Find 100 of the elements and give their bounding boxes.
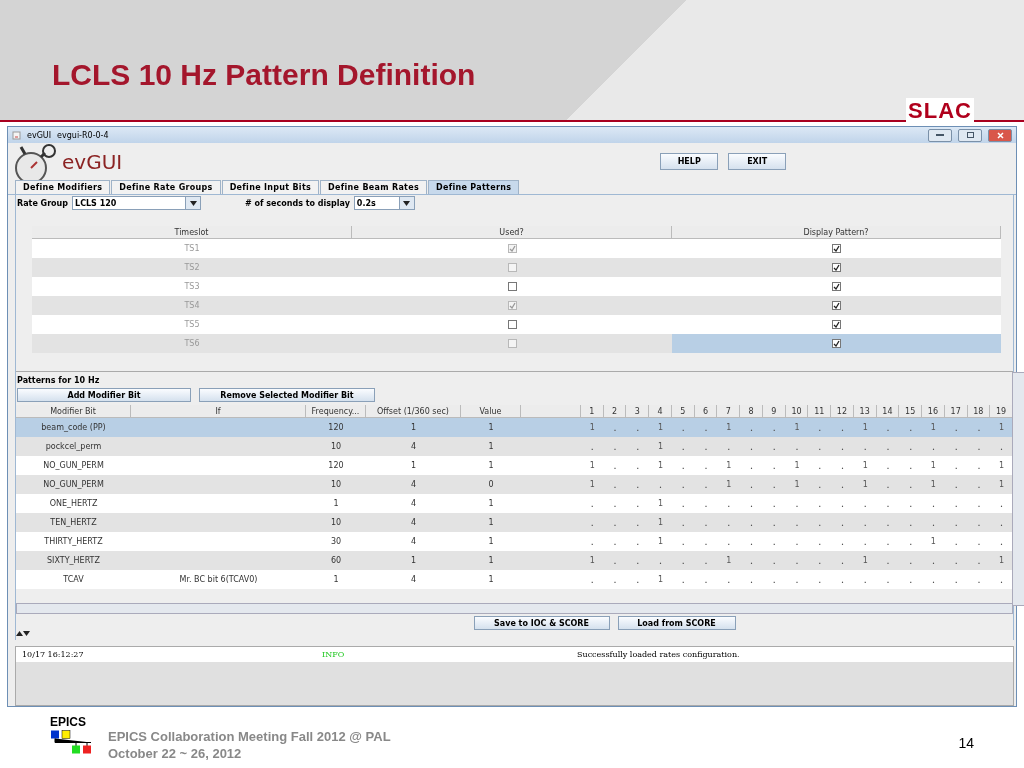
log-message: Successfully loaded rates configuration. bbox=[577, 650, 741, 659]
table-cell: . bbox=[649, 475, 672, 494]
table-cell: NO_GUN_PERM bbox=[16, 456, 131, 475]
tab[interactable]: Define Patterns bbox=[428, 180, 520, 194]
table-cell: . bbox=[944, 513, 968, 532]
table-cell: 1 bbox=[785, 456, 809, 475]
vertical-scrollbar[interactable] bbox=[1012, 372, 1024, 606]
table-cell: . bbox=[694, 475, 718, 494]
table-cell: 1 bbox=[649, 513, 672, 532]
checkbox[interactable] bbox=[832, 320, 841, 329]
column-header: 6 bbox=[694, 405, 718, 418]
tab[interactable]: Define Rate Groups bbox=[111, 180, 221, 194]
checkbox[interactable] bbox=[832, 339, 841, 348]
table-cell: TS5 bbox=[32, 315, 352, 334]
action-button[interactable]: Save to IOC & SCORE bbox=[473, 616, 610, 630]
checkbox[interactable] bbox=[832, 282, 841, 291]
table-cell: . bbox=[831, 494, 854, 513]
checkbox[interactable] bbox=[832, 244, 841, 253]
tab[interactable]: Define Modifiers bbox=[15, 180, 111, 194]
table-cell: . bbox=[922, 551, 945, 570]
log-time: 10/17 16:12:27 bbox=[22, 650, 85, 659]
table-cell: . bbox=[990, 570, 1013, 589]
table-cell: 1 bbox=[461, 551, 521, 570]
column-header: 15 bbox=[899, 405, 923, 418]
column-header: 11 bbox=[808, 405, 832, 418]
table-cell: . bbox=[740, 475, 763, 494]
tab[interactable]: Define Input Bits bbox=[221, 180, 320, 194]
table-cell: 1 bbox=[649, 570, 672, 589]
table-cell: . bbox=[626, 418, 650, 437]
table-cell: . bbox=[967, 437, 991, 456]
table-cell: . bbox=[603, 437, 627, 456]
checkbox[interactable] bbox=[832, 263, 841, 272]
add-button[interactable]: Add Modifier Bit bbox=[17, 388, 191, 402]
table-cell: . bbox=[717, 532, 741, 551]
seconds-dropdown[interactable]: 0.2s bbox=[353, 196, 415, 210]
table-cell: Mr. BC bit 6(TCAV0) bbox=[131, 570, 306, 589]
table-cell: 4 bbox=[366, 570, 461, 589]
table-cell: . bbox=[694, 532, 718, 551]
close-button[interactable] bbox=[988, 128, 1012, 142]
table-cell: 1 bbox=[717, 475, 741, 494]
table-cell: 4 bbox=[366, 494, 461, 513]
table-cell: 1 bbox=[853, 551, 877, 570]
table-cell: 1 bbox=[581, 475, 604, 494]
table-cell: . bbox=[831, 475, 854, 494]
table-cell: TS4 bbox=[32, 296, 352, 315]
action-button[interactable]: Load from SCORE bbox=[617, 616, 736, 630]
header-button[interactable]: HELP bbox=[660, 153, 719, 170]
table-cell: . bbox=[671, 437, 695, 456]
checkbox[interactable] bbox=[507, 282, 517, 291]
rate-group-dropdown[interactable]: LCLS 120 bbox=[72, 196, 202, 210]
table-cell: . bbox=[671, 513, 695, 532]
checkbox[interactable] bbox=[832, 301, 841, 310]
table-cell: . bbox=[876, 475, 900, 494]
window-title: evGUI bbox=[27, 130, 52, 140]
table-cell: 1 bbox=[581, 418, 604, 437]
table-cell: . bbox=[626, 456, 650, 475]
table-cell: 1 bbox=[785, 475, 809, 494]
table-cell: . bbox=[603, 551, 627, 570]
table-cell: . bbox=[876, 513, 900, 532]
column-header: Frequency... bbox=[306, 405, 366, 418]
table-cell: . bbox=[762, 570, 786, 589]
table-cell: THIRTY_HERTZ bbox=[16, 532, 131, 551]
table-cell: . bbox=[876, 456, 900, 475]
table-cell: . bbox=[808, 456, 832, 475]
table-cell: . bbox=[808, 570, 832, 589]
table-cell: . bbox=[876, 494, 900, 513]
slide-title: LCLS 10 Hz Pattern Definition bbox=[52, 58, 476, 92]
maximize-button[interactable] bbox=[958, 128, 982, 142]
remove-button[interactable]: Remove Selected Modifier Bit bbox=[199, 388, 375, 402]
table-cell: 1 bbox=[922, 456, 945, 475]
table-cell: . bbox=[626, 570, 650, 589]
table-cell: . bbox=[581, 513, 604, 532]
column-header: 1 bbox=[581, 405, 604, 418]
log-level: INFO bbox=[322, 650, 346, 659]
table-cell: . bbox=[626, 513, 650, 532]
tab[interactable]: Define Beam Rates bbox=[320, 180, 428, 194]
table-cell: TS2 bbox=[32, 258, 352, 277]
table-cell: . bbox=[922, 437, 945, 456]
table-cell: . bbox=[740, 437, 763, 456]
table-cell: . bbox=[626, 532, 650, 551]
field-label: Rate Group bbox=[17, 198, 69, 208]
table-cell: 1 bbox=[853, 475, 877, 494]
table-cell: . bbox=[762, 437, 786, 456]
table-cell: 10 bbox=[306, 513, 366, 532]
table-cell: . bbox=[740, 570, 763, 589]
table-cell: 1 bbox=[581, 551, 604, 570]
table-cell: . bbox=[990, 437, 1013, 456]
table-cell: . bbox=[808, 494, 832, 513]
table-cell: 120 bbox=[306, 456, 366, 475]
minimize-button[interactable] bbox=[928, 128, 952, 142]
table-cell: . bbox=[831, 456, 854, 475]
checkbox[interactable] bbox=[507, 320, 517, 329]
horizontal-scrollbar[interactable] bbox=[16, 603, 1013, 614]
table-cell: . bbox=[831, 418, 854, 437]
table-cell: . bbox=[944, 494, 968, 513]
table-cell: . bbox=[717, 437, 741, 456]
table-cell: . bbox=[876, 437, 900, 456]
table-cell: 1 bbox=[922, 418, 945, 437]
table-cell: 1 bbox=[649, 494, 672, 513]
header-button[interactable]: EXIT bbox=[728, 153, 787, 170]
